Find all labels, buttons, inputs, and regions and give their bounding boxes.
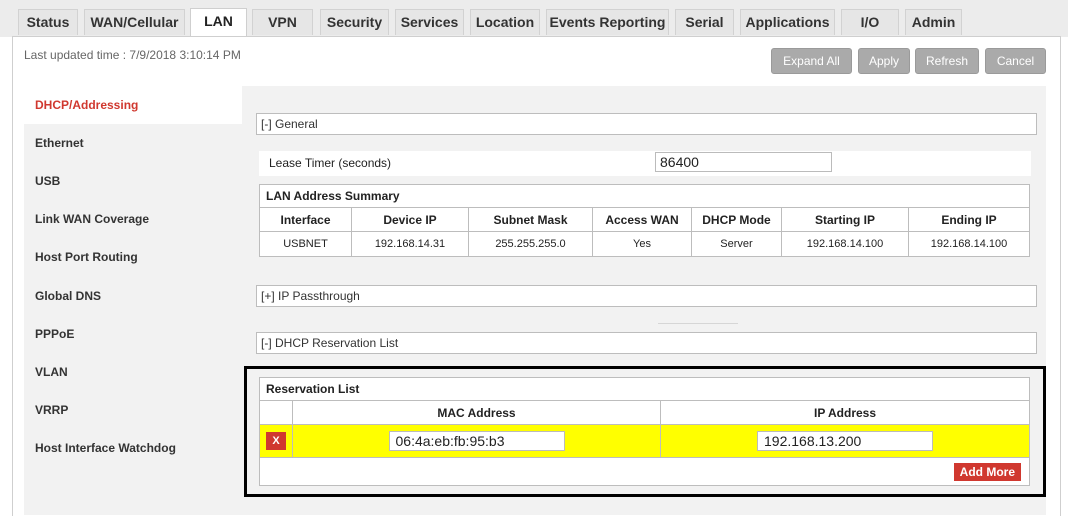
divider [658, 323, 738, 324]
sidebar-item-link-wan-coverage[interactable]: Link WAN Coverage [24, 200, 242, 238]
tab-vpn[interactable]: VPN [252, 9, 313, 35]
delete-cell: X [259, 424, 293, 458]
column-header: DHCP Mode [691, 207, 782, 232]
cancel-button[interactable]: Cancel [985, 48, 1046, 74]
tab-admin[interactable]: Admin [905, 9, 962, 35]
tab-status[interactable]: Status [18, 9, 78, 35]
mac-cell: 06:4a:eb:fb:95:b3 [292, 424, 661, 458]
column-header-ip: IP Address [660, 400, 1030, 425]
ip-passthrough-section-header[interactable]: [+] IP Passthrough [256, 285, 1037, 307]
apply-button[interactable]: Apply [858, 48, 910, 74]
column-header: Device IP [351, 207, 469, 232]
ip-cell: 192.168.13.200 [660, 424, 1030, 458]
tab-io[interactable]: I/O [841, 9, 899, 35]
column-header-mac: MAC Address [292, 400, 661, 425]
table-cell: 192.168.14.100 [781, 231, 909, 257]
table-row: X 06:4a:eb:fb:95:b3 192.168.13.200 [259, 424, 1030, 458]
tab-lan[interactable]: LAN [190, 8, 247, 37]
column-header: Interface [259, 207, 352, 232]
table-cell: 192.168.14.31 [351, 231, 469, 257]
tab-services[interactable]: Services [395, 9, 464, 35]
lan-address-summary-table: LAN Address Summary Interface Device IP … [259, 184, 1030, 257]
table-cell: 255.255.255.0 [468, 231, 593, 257]
lease-timer-label: Lease Timer (seconds) [269, 156, 392, 170]
ip-address-input[interactable]: 192.168.13.200 [757, 431, 933, 451]
sidebar-item-pppoe[interactable]: PPPoE [24, 315, 242, 353]
tab-wan-cellular[interactable]: WAN/Cellular [84, 9, 185, 35]
expand-all-button[interactable]: Expand All [771, 48, 852, 74]
last-updated-text: Last updated time : 7/9/2018 3:10:14 PM [24, 48, 241, 62]
column-header: Ending IP [908, 207, 1030, 232]
add-more-row: Add More [259, 457, 1030, 486]
dhcp-reservation-section-header[interactable]: [-] DHCP Reservation List [256, 332, 1037, 354]
delete-row-button[interactable]: X [266, 432, 286, 450]
top-tab-bar: Status WAN/Cellular LAN VPN Security Ser… [0, 0, 1068, 37]
summary-title: LAN Address Summary [259, 184, 1030, 208]
general-section-header[interactable]: [-] General [256, 113, 1037, 135]
lease-timer-row: Lease Timer (seconds) 86400 [259, 151, 1031, 176]
tab-location[interactable]: Location [470, 9, 540, 35]
table-cell: 192.168.14.100 [908, 231, 1030, 257]
sidebar-item-dhcp-addressing[interactable]: DHCP/Addressing [24, 86, 242, 124]
mac-address-input[interactable]: 06:4a:eb:fb:95:b3 [388, 431, 565, 451]
lease-timer-input[interactable]: 86400 [655, 152, 832, 172]
add-more-button[interactable]: Add More [953, 462, 1021, 481]
reservation-list-table: Reservation List MAC Address IP Address … [259, 377, 1030, 486]
sidebar-item-vrrp[interactable]: VRRP [24, 391, 242, 429]
sidebar-item-host-port-routing[interactable]: Host Port Routing [24, 238, 242, 276]
table-cell: USBNET [259, 231, 352, 257]
tab-serial[interactable]: Serial [675, 9, 734, 35]
tab-applications[interactable]: Applications [740, 9, 835, 35]
column-header: Subnet Mask [468, 207, 593, 232]
column-header: Starting IP [781, 207, 909, 232]
table-cell: Server [691, 231, 782, 257]
tab-events-reporting[interactable]: Events Reporting [546, 9, 669, 35]
refresh-button[interactable]: Refresh [915, 48, 979, 74]
table-cell: Yes [592, 231, 692, 257]
sidebar-item-global-dns[interactable]: Global DNS [24, 277, 242, 315]
sidebar-item-usb[interactable]: USB [24, 162, 242, 200]
sidebar-item-host-interface-watchdog[interactable]: Host Interface Watchdog [24, 429, 242, 467]
tab-security[interactable]: Security [320, 9, 389, 35]
table-row: USBNET 192.168.14.31 255.255.255.0 Yes S… [259, 231, 1030, 257]
sidebar-item-vlan[interactable]: VLAN [24, 353, 242, 391]
column-header [259, 400, 293, 425]
reservation-list-title: Reservation List [259, 377, 1030, 401]
sidebar-item-ethernet[interactable]: Ethernet [24, 124, 242, 162]
column-header: Access WAN [592, 207, 692, 232]
